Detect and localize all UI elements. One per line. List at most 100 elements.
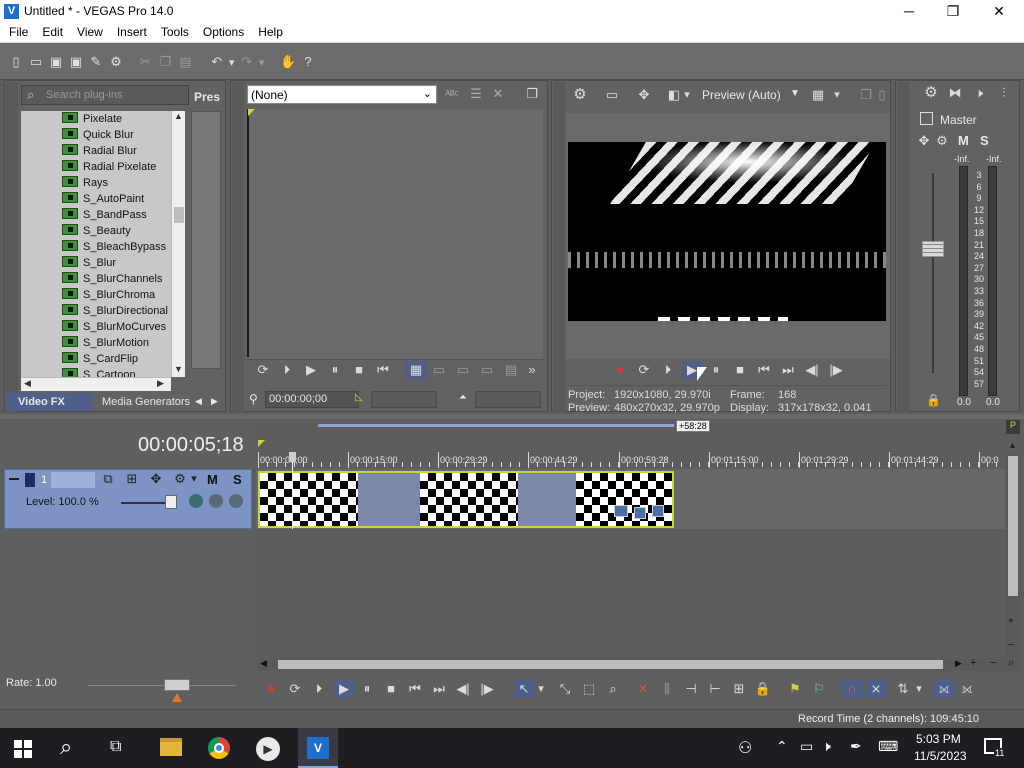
in-point-field[interactable] (371, 391, 437, 408)
plugin-list-hscroll[interactable]: ◀ ▶ (21, 377, 171, 391)
clip-fx-icon[interactable] (614, 505, 628, 517)
master-fader-handle[interactable] (922, 241, 944, 257)
plugin-list-item[interactable]: Radial Pixelate (62, 159, 156, 175)
media-player-icon[interactable]: ▶ (256, 737, 280, 761)
next-frame-icon[interactable]: |▶ (478, 680, 496, 698)
scroll-thumb[interactable] (174, 207, 184, 223)
scroll-left-icon[interactable]: ◀ (24, 378, 31, 389)
hscroll-thumb[interactable] (278, 660, 943, 669)
copy-snapshot-icon[interactable]: ❐ (856, 86, 876, 104)
scroll-up-icon[interactable]: ▲ (174, 111, 183, 121)
plugin-list-item[interactable]: S_Beauty (62, 223, 131, 239)
selection-tool-icon[interactable]: ⬚ (580, 680, 598, 698)
vegas-taskbar-icon[interactable]: V (298, 728, 338, 768)
clock-date[interactable]: 11/5/2023 (914, 749, 967, 763)
paste-icon[interactable]: ▤ (175, 52, 195, 72)
master-solo-button[interactable]: S (980, 133, 989, 148)
add-before-icon[interactable]: ▭ (453, 361, 473, 379)
tab-media-generators[interactable]: Media Generators (102, 396, 190, 408)
record-icon[interactable]: ⏺ (262, 680, 280, 698)
video-fx-icon[interactable]: ◧ (664, 86, 684, 104)
trim-end-icon[interactable]: ⊢ (706, 680, 724, 698)
master-fx-icon[interactable]: ⚙ (934, 132, 950, 150)
track-collapse-icon[interactable] (9, 478, 19, 480)
in-point-icon[interactable]: ◺ (355, 392, 363, 403)
timeline-hscroll[interactable]: ◀ ▶ + − ⌕ (258, 657, 1020, 671)
auto-crossfade-icon[interactable]: ⨯ (866, 680, 886, 698)
fx-dropdown-icon[interactable]: ▾ (682, 86, 692, 104)
trimmer-mode-icon[interactable]: ▦ (405, 361, 427, 379)
minimize-button[interactable]: ─ (886, 0, 932, 23)
go-to-end-icon[interactable]: ⏭ (778, 361, 798, 379)
people-icon[interactable]: ⚇ (738, 738, 752, 758)
rate-slider-handle[interactable] (164, 679, 190, 691)
preview-settings-gear-icon[interactable]: ⚙ (570, 86, 590, 104)
menu-options[interactable]: Options (196, 23, 251, 42)
video-track-header[interactable]: 1 ⧉ ⊞ ✥ ⚙ ▾ M S Level: 100.0 % (4, 469, 252, 529)
loop-region-bar[interactable] (318, 424, 674, 427)
track-fx-dropdown-icon[interactable]: ▾ (189, 470, 199, 488)
add-to-timeline-icon[interactable]: ▭ (429, 361, 449, 379)
help-whatsthis-icon[interactable]: ? (298, 52, 318, 72)
clock-time[interactable]: 5:03 PM (916, 732, 961, 746)
trim-start-icon[interactable]: ⊣ (682, 680, 700, 698)
plugin-list-item[interactable]: S_BlurChannels (62, 271, 163, 287)
redo-dropdown-icon[interactable]: ▾ (257, 53, 267, 73)
cut-icon[interactable]: ✂ (135, 52, 155, 72)
trimmer-source-dropdown[interactable]: (None) ⌄ (247, 85, 437, 104)
go-to-start-icon[interactable]: ⏮ (754, 361, 774, 379)
marker-panel-icon[interactable]: P (1006, 420, 1020, 434)
playhead-marker[interactable] (289, 452, 296, 462)
windows-start-icon[interactable] (14, 740, 32, 758)
delete-icon[interactable]: ✕ (634, 680, 652, 698)
zoom-out-horizontal-icon[interactable]: − (990, 657, 996, 669)
render-icon[interactable]: ✎ (86, 52, 106, 72)
stop-icon[interactable]: ■ (349, 361, 369, 379)
panel-grip[interactable] (232, 82, 244, 412)
menu-insert[interactable]: Insert (110, 23, 154, 42)
plugin-list-item[interactable]: S_CardFlip (62, 351, 138, 367)
make-compositing-child-icon[interactable] (229, 494, 243, 508)
split-icon[interactable]: ⊞ (730, 680, 748, 698)
panel-grip[interactable] (553, 82, 565, 412)
scroll-down-icon[interactable]: ▼ (174, 364, 183, 374)
search-icon[interactable]: ⌕ (60, 734, 72, 760)
lock-icon[interactable]: 🔒 (754, 680, 772, 698)
plugin-list-item[interactable]: S_BlurDirectional (62, 303, 168, 319)
pause-icon[interactable]: ⏸ (358, 680, 376, 698)
undo-icon[interactable]: ↶ (207, 52, 227, 72)
stop-icon[interactable]: ■ (730, 361, 750, 379)
clip-pan-crop-icon[interactable] (634, 507, 646, 519)
downmix-icon[interactable]: ⧓ (946, 84, 964, 102)
stop-icon[interactable]: ■ (382, 680, 400, 698)
normal-edit-tool-icon[interactable]: ↖ (514, 680, 534, 698)
close-button[interactable]: ✕ (976, 0, 1022, 23)
length-field[interactable] (475, 391, 541, 408)
external-monitor-icon[interactable]: ▭ (602, 86, 622, 104)
track-fx-gear-icon[interactable]: ⚙ (171, 470, 189, 488)
insert-region-icon[interactable]: ⚐ (810, 680, 828, 698)
play-icon[interactable]: ▶ (334, 680, 354, 698)
previous-frame-icon[interactable]: ◀| (802, 361, 822, 379)
play-from-start-icon[interactable]: ⏵ (277, 361, 297, 379)
dim-output-icon[interactable]: ⫶ (994, 84, 1014, 102)
master-pan-icon[interactable]: ✥ (916, 132, 932, 150)
rate-slider[interactable] (88, 685, 236, 686)
loop-playback-icon[interactable]: ⟳ (286, 680, 304, 698)
redo-icon[interactable]: ↷ (237, 52, 257, 72)
tab-video-fx[interactable]: Video FX (6, 393, 92, 411)
overlays-dropdown-icon[interactable]: ▾ (832, 86, 842, 104)
panel-grip[interactable] (897, 82, 909, 412)
trimmer-pin-icon[interactable]: ⚲ (249, 392, 258, 406)
hscroll-left-icon[interactable]: ◀ (260, 658, 267, 669)
hscroll-right-icon[interactable]: ▶ (955, 658, 962, 669)
trimmer-timecode[interactable]: 00:00:00;00 (265, 391, 359, 408)
loop-icon[interactable]: ⟳ (634, 361, 654, 379)
timeline-scroll-up-icon[interactable]: ▲ (1008, 440, 1017, 450)
zoom-out-vertical-icon[interactable]: − (1008, 640, 1014, 651)
more-icon[interactable]: » (523, 361, 541, 379)
show-hidden-icons-icon[interactable]: ⌃ (776, 738, 788, 755)
compositing-icon[interactable] (189, 494, 203, 508)
pause-icon[interactable]: ⏸ (706, 361, 726, 379)
track-motion-icon[interactable]: ⧉ (99, 470, 117, 488)
